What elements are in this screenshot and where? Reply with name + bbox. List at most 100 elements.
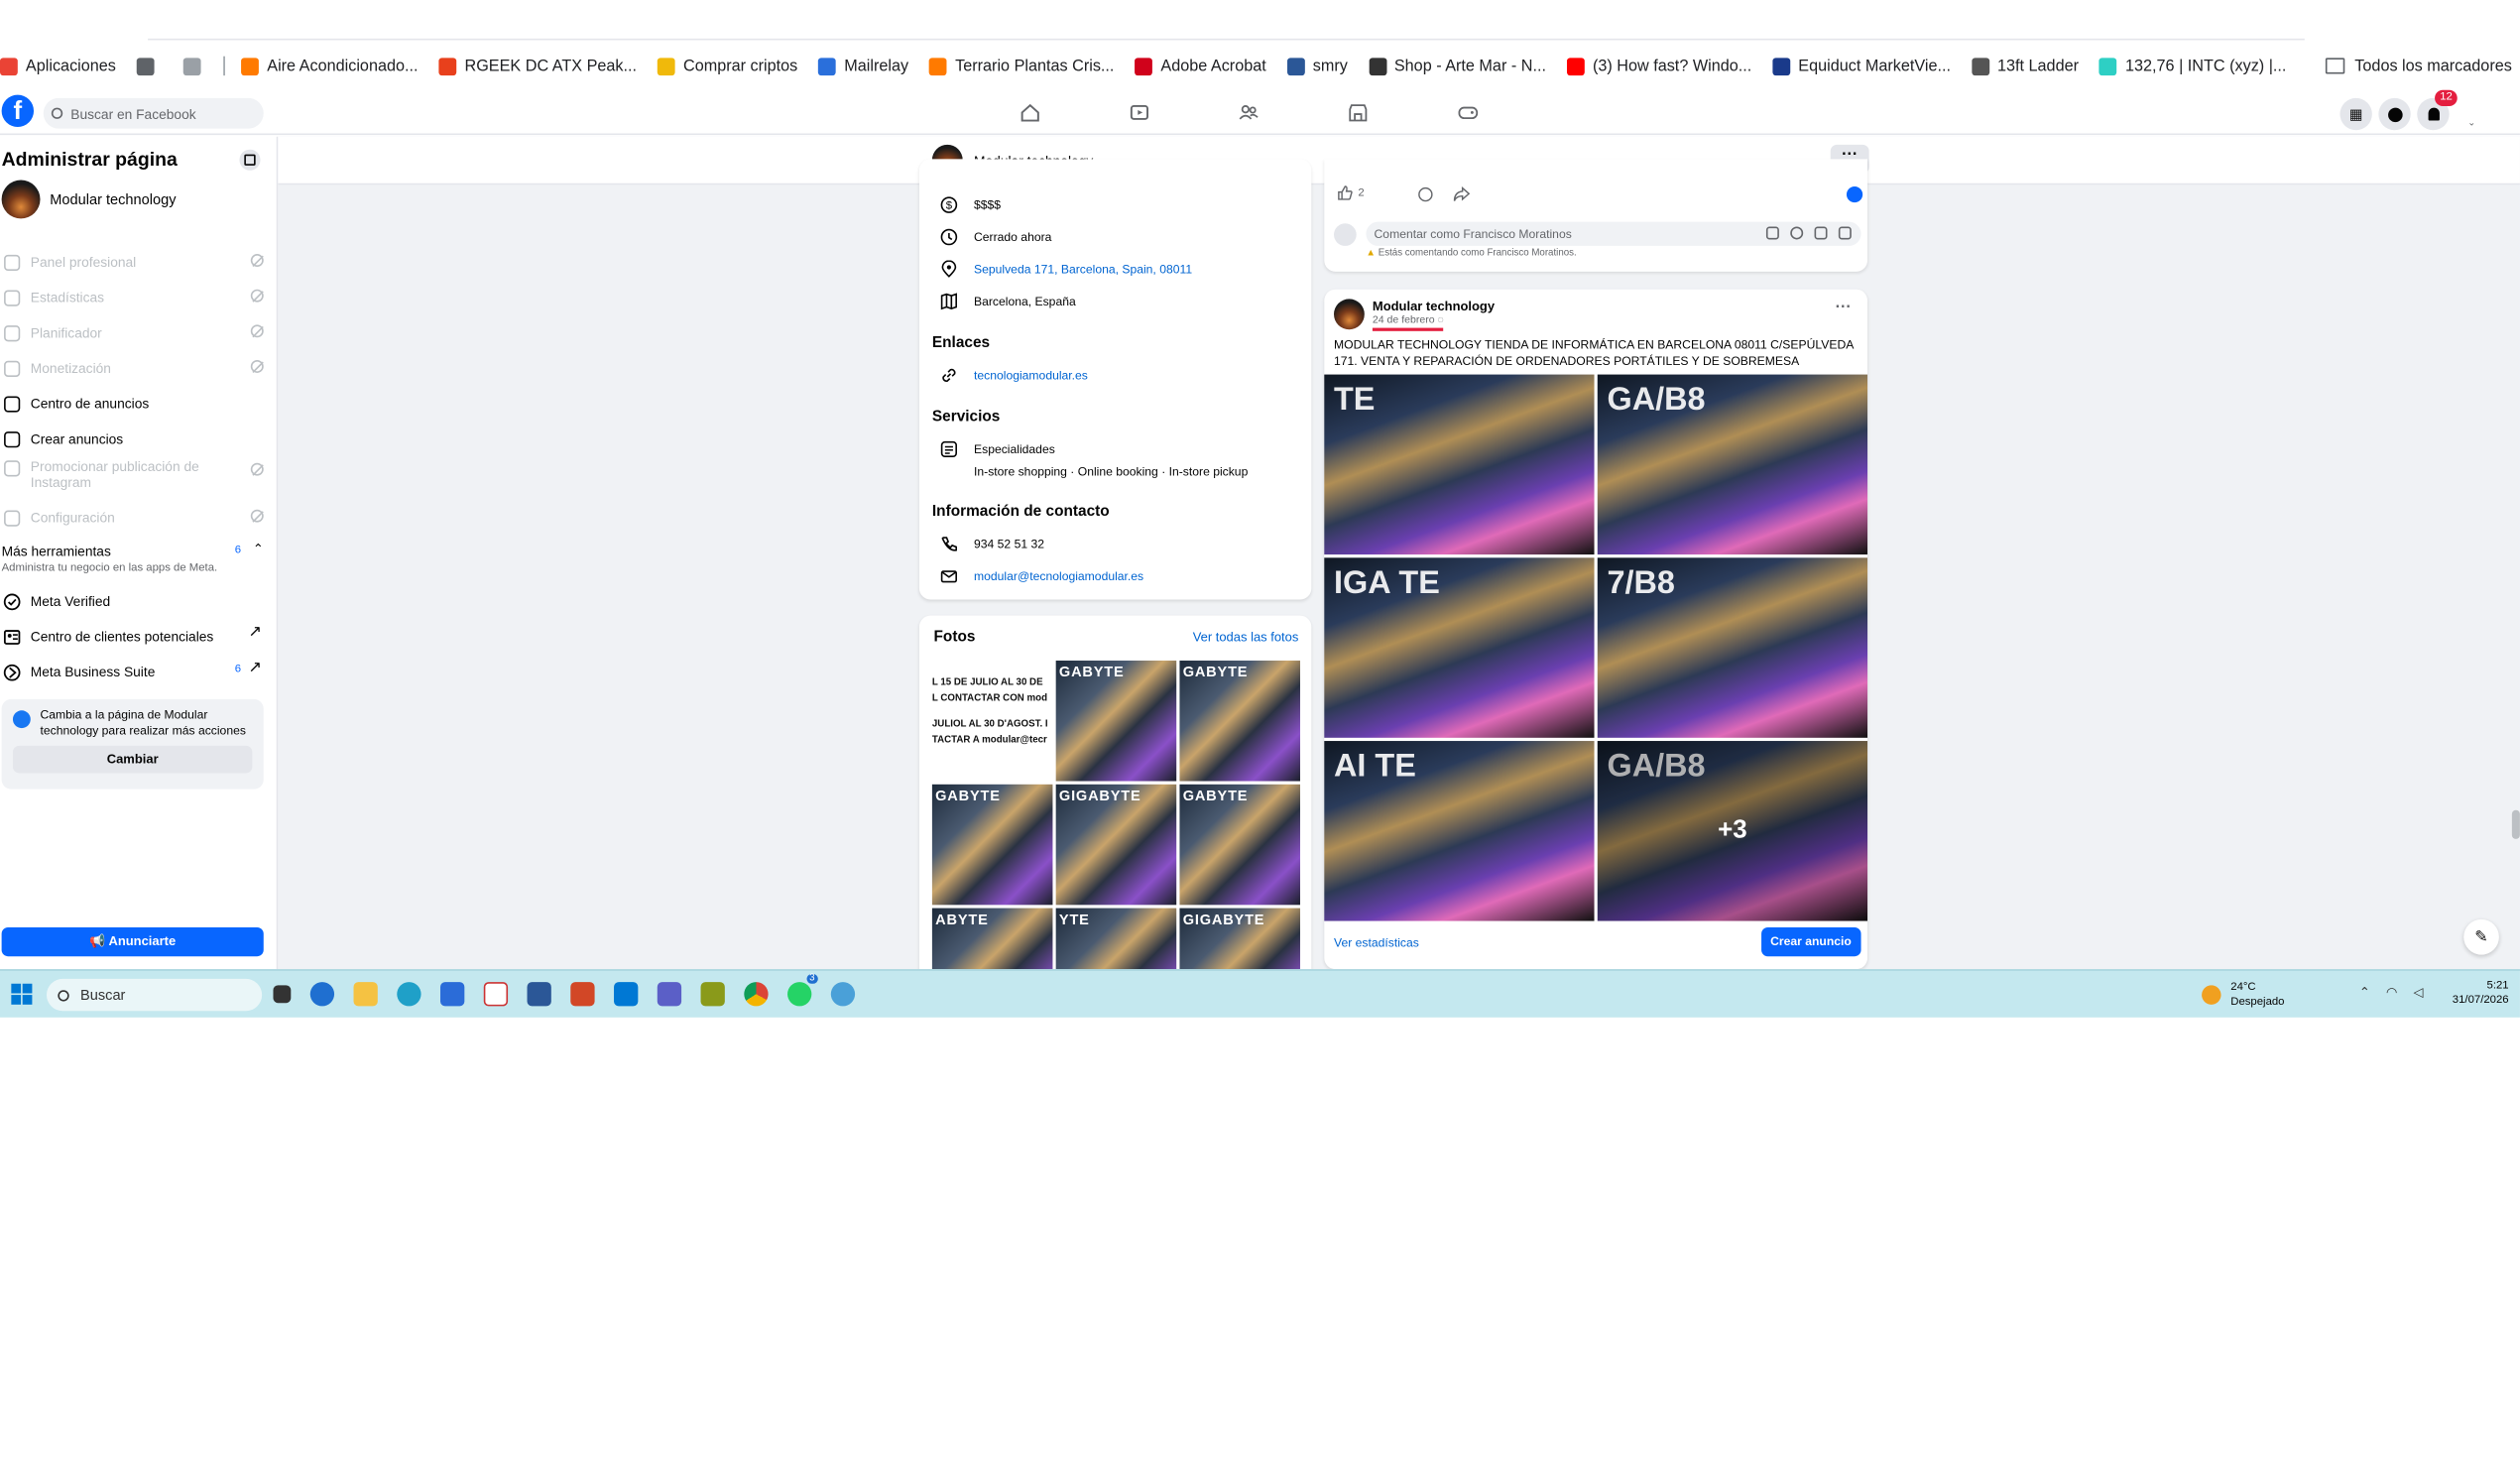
comment-icon[interactable] <box>1417 182 1433 210</box>
bookmark[interactable]: Adobe Acrobat <box>1135 57 1266 75</box>
scrollbar[interactable] <box>2511 809 2520 839</box>
video-icon[interactable] <box>1122 101 1157 124</box>
messenger-button[interactable] <box>2378 97 2411 131</box>
avatar-sticker-icon[interactable] <box>1765 226 1779 240</box>
outlook-new-icon[interactable] <box>309 982 335 1007</box>
post-author-avatar[interactable] <box>1334 299 1365 330</box>
bookmark[interactable] <box>182 57 209 75</box>
bookmark[interactable]: Aire Acondicionado... <box>241 57 419 75</box>
outlook-icon[interactable] <box>614 982 639 1007</box>
photo-thumbnail[interactable]: GIGABYTE <box>1055 784 1177 906</box>
search-input[interactable]: Buscar en Facebook <box>43 97 264 129</box>
gif-icon[interactable] <box>1838 226 1852 240</box>
photo-thumbnail[interactable]: ABYTE <box>931 908 1053 970</box>
taskbar-search[interactable]: Buscar <box>46 978 263 1012</box>
friends-icon[interactable] <box>1231 101 1266 124</box>
website-link[interactable]: tecnologiamodular.es <box>974 367 1088 382</box>
collapse-sidebar-button[interactable] <box>239 149 261 171</box>
sidebar-item-settings[interactable]: Configuración <box>2 505 264 531</box>
network-app-icon[interactable] <box>830 982 856 1007</box>
word-icon[interactable] <box>527 982 551 1007</box>
sidebar-item-calendar[interactable]: Planificador <box>2 319 264 345</box>
advertise-button[interactable]: 📢 Anunciarte <box>1 927 264 957</box>
sidebar-item-business-suite[interactable]: Meta Business Suite 6 ↗ <box>2 659 264 684</box>
teams-icon[interactable] <box>657 982 682 1007</box>
ahk-icon[interactable] <box>483 982 509 1007</box>
photo-thumbnail[interactable]: GABYTE <box>1179 784 1300 906</box>
file-explorer-icon[interactable] <box>353 982 378 1007</box>
bookmark[interactable]: 13ft Ladder <box>1972 57 2079 75</box>
compose-message-button[interactable]: ✎ <box>2463 918 2499 955</box>
all-bookmarks-button[interactable]: Todos los marcadores <box>2326 50 2512 81</box>
photo-thumbnail[interactable]: L 15 DE JULIO AL 30 DE L CONTACTAR CON mo… <box>931 661 1053 782</box>
post-image[interactable]: GA/B8 <box>1597 374 1868 555</box>
wifi-icon[interactable]: ◠ <box>2386 985 2397 1000</box>
sidebar-item-megaphone[interactable]: Centro de anuncios <box>2 391 264 417</box>
notifications-button[interactable]: 12 <box>2417 89 2458 131</box>
bookmark[interactable]: Comprar criptos <box>658 57 797 75</box>
account-avatar[interactable]: ⌄ <box>2456 97 2488 131</box>
apps-menu-button[interactable]: ▦ <box>2340 97 2372 131</box>
bookmark[interactable]: Equiduct MarketVie... <box>1772 57 1951 75</box>
chrome-icon[interactable] <box>744 982 769 1007</box>
bookmark[interactable]: RGEEK DC ATX Peak... <box>438 57 637 75</box>
home-icon[interactable] <box>1013 101 1048 124</box>
switch-button[interactable]: Cambiar <box>12 745 253 774</box>
phone-number[interactable]: 934 52 51 32 <box>974 536 1044 550</box>
bookmark[interactable]: Mailrelay <box>818 57 908 75</box>
bookmark[interactable]: (3) How fast? Windo... <box>1567 57 1751 75</box>
more-images-overlay[interactable]: +3 <box>1597 741 1868 921</box>
bookmark[interactable]: Terrario Plantas Cris... <box>929 57 1114 75</box>
post-image[interactable]: 7/B8 <box>1597 557 1868 738</box>
create-ad-button[interactable]: Crear anuncio <box>1760 927 1861 957</box>
sidebar-item-meta-verified[interactable]: Meta Verified <box>2 588 264 614</box>
bookmark[interactable]: Shop - Arte Mar - N... <box>1368 57 1546 75</box>
photo-thumbnail[interactable]: GABYTE <box>1179 661 1300 782</box>
volume-icon[interactable]: ◁ <box>2413 985 2423 1000</box>
sidebar-page[interactable]: Modular technology <box>1 180 177 219</box>
camera-icon[interactable] <box>1814 226 1828 240</box>
post-image[interactable]: TE <box>1324 374 1595 555</box>
weather-widget[interactable]: 24°C Despejado <box>2199 981 2284 1010</box>
post-author[interactable]: Modular technology <box>1373 299 1495 313</box>
photo-thumbnail[interactable]: YTE <box>1055 908 1177 970</box>
facebook-logo-icon[interactable]: f <box>1 94 35 128</box>
post-date[interactable]: 24 de febrero ◌ <box>1372 315 1444 331</box>
photo-thumbnail[interactable]: GIGABYTE <box>1179 908 1300 970</box>
photo-thumbnail[interactable]: GABYTE <box>1055 661 1177 782</box>
sidebar-item-instagram[interactable]: Promocionar publicación de Instagram <box>2 458 264 497</box>
photo-thumbnail[interactable]: GABYTE <box>931 784 1053 906</box>
sidebar-item-stats[interactable]: Estadísticas <box>2 285 264 310</box>
bookmark[interactable]: smry <box>1286 57 1348 75</box>
sidebar-item-lead-center[interactable]: Centro de clientes potenciales ↗ <box>2 624 264 650</box>
whatsapp-icon[interactable]: 3 <box>787 974 818 1007</box>
emoji-icon[interactable] <box>1790 226 1804 240</box>
powerpoint-icon[interactable] <box>570 982 595 1007</box>
post-image[interactable]: AI TE <box>1324 741 1595 921</box>
post-image[interactable]: GA/B8 +3 <box>1597 741 1868 921</box>
edge-icon[interactable] <box>397 982 421 1007</box>
like-count[interactable]: 2 <box>1337 184 1365 200</box>
bookmark[interactable] <box>136 57 163 75</box>
gaming-icon[interactable] <box>1450 101 1486 124</box>
marketplace-icon[interactable] <box>1340 101 1376 124</box>
address-link[interactable]: Sepulveda 171, Barcelona, Spain, 08011 <box>974 261 1192 276</box>
post-options-button[interactable]: ··· <box>1836 299 1852 316</box>
more-tools-section[interactable]: Más herramientas 6 ⌃ Administra tu negoc… <box>2 542 264 573</box>
share-icon[interactable] <box>1453 182 1471 210</box>
windows-start-icon[interactable] <box>11 983 33 1005</box>
sidebar-item-edit[interactable]: Crear anuncios <box>2 426 264 451</box>
see-all-photos-link[interactable]: Ver todas las fotos <box>1193 630 1299 645</box>
store-icon[interactable] <box>440 982 465 1007</box>
email-link[interactable]: modular@tecnologiamodular.es <box>974 568 1143 583</box>
sidebar-item-dashboard[interactable]: Panel profesional <box>2 249 264 275</box>
clock[interactable]: 5:21 31/07/2026 <box>2453 979 2509 1008</box>
task-view-icon[interactable] <box>273 985 292 1004</box>
view-stats-link[interactable]: Ver estadísticas <box>1334 935 1419 950</box>
sidebar-item-money[interactable]: Monetización <box>2 355 264 381</box>
adobe-fw-icon[interactable] <box>700 982 725 1007</box>
chevron-up-icon[interactable]: ⌃ <box>2359 985 2370 1000</box>
apps-bookmark[interactable]: Aplicaciones <box>0 57 116 75</box>
post-image[interactable]: IGA TE <box>1324 557 1595 738</box>
bookmark[interactable]: 132,76 | INTC (xyz) |... <box>2100 57 2286 75</box>
